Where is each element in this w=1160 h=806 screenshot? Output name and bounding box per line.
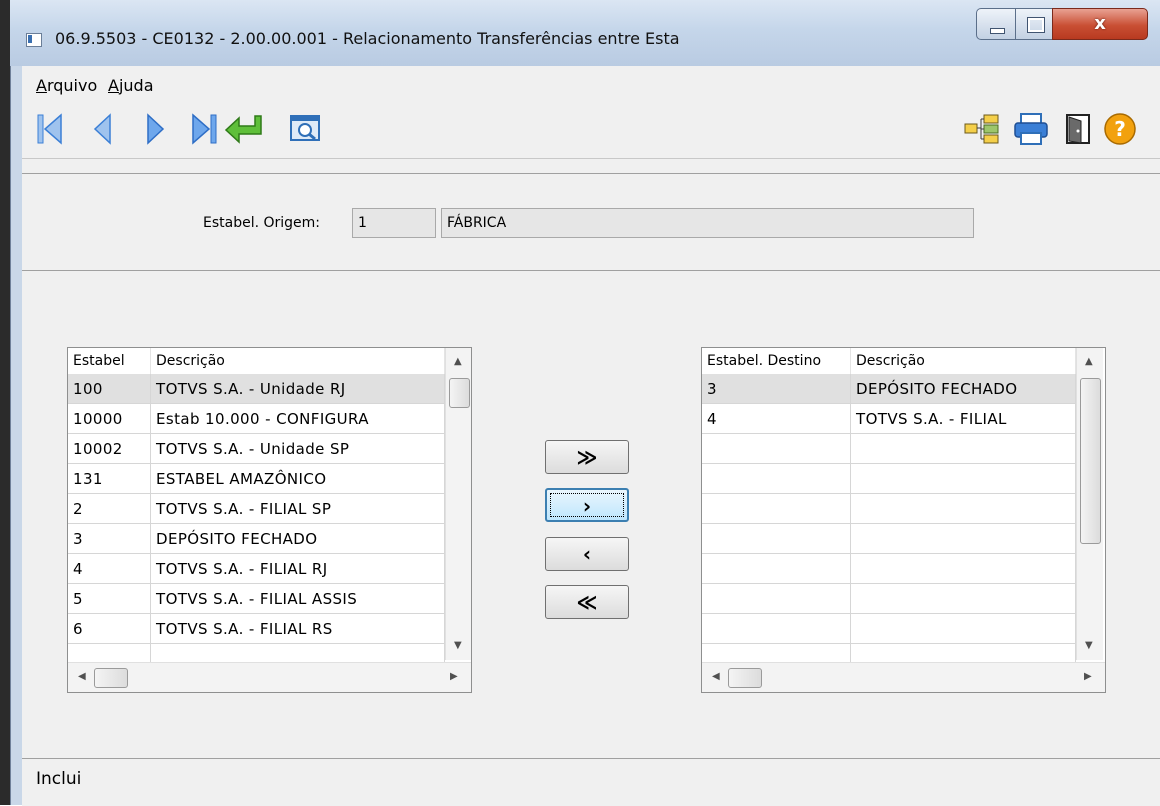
- table-cell: 6: [68, 614, 151, 644]
- table-cell: [702, 614, 851, 644]
- table-cell: [702, 554, 851, 584]
- table-cell: [851, 434, 1076, 464]
- grid-header: Estabel. Destino Descrição: [702, 348, 1076, 375]
- table-cell: 2: [68, 494, 151, 524]
- table-cell: [851, 584, 1076, 614]
- scroll-down-icon[interactable]: ▼: [1085, 640, 1093, 651]
- table-cell: 10002: [68, 434, 151, 464]
- table-cell: [851, 464, 1076, 494]
- scroll-down-icon[interactable]: ▼: [454, 640, 462, 651]
- table-cell: 4: [702, 404, 851, 434]
- table-cell: TOTVS S.A. - Unidade RJ: [151, 374, 445, 404]
- table-cell: [702, 494, 851, 524]
- vertical-scrollbar[interactable]: ▲ ▼: [445, 348, 471, 660]
- app-icon[interactable]: [26, 33, 42, 47]
- scroll-left-icon[interactable]: ◀: [78, 671, 86, 682]
- menu-bar: Arquivo Ajuda: [22, 74, 1160, 100]
- table-cell: TOTVS S.A. - FILIAL SP: [151, 494, 445, 524]
- printer-icon[interactable]: [1013, 112, 1049, 146]
- scroll-right-icon[interactable]: ▶: [450, 671, 458, 682]
- close-icon: x: [1094, 13, 1106, 34]
- table-cell: TOTVS S.A. - FILIAL RS: [151, 614, 445, 644]
- menu-ajuda[interactable]: Ajuda: [108, 76, 154, 95]
- scroll-thumb[interactable]: [94, 668, 128, 688]
- column-header-estabel-destino[interactable]: Estabel. Destino: [702, 348, 851, 374]
- grid-header: Estabel Descrição: [68, 348, 445, 375]
- search-zoom-icon[interactable]: [288, 112, 324, 146]
- remove-one-button[interactable]: ‹: [545, 537, 629, 571]
- status-bar: Inclui: [22, 758, 1160, 806]
- scroll-right-icon[interactable]: ▶: [1084, 671, 1092, 682]
- table-cell: [851, 614, 1076, 644]
- available-establishments-grid[interactable]: Estabel Descrição 100 TOTVS S.A. - Unidad…: [67, 347, 472, 693]
- horizontal-scrollbar[interactable]: ◀ ▶: [702, 662, 1105, 692]
- table-cell: 3: [702, 374, 851, 404]
- horizontal-scrollbar[interactable]: ◀ ▶: [68, 662, 471, 692]
- menu-ajuda-rest: juda: [118, 76, 154, 95]
- destination-establishments-grid[interactable]: Estabel. Destino Descrição 3 DEPÓSITO FEC…: [701, 347, 1106, 693]
- first-record-icon[interactable]: [35, 112, 65, 146]
- add-one-button[interactable]: ›: [545, 488, 629, 522]
- table-cell: [702, 464, 851, 494]
- add-all-button[interactable]: ≫: [545, 440, 629, 474]
- table-cell: TOTVS S.A. - FILIAL RJ: [151, 554, 445, 584]
- scroll-up-icon[interactable]: ▲: [454, 356, 462, 367]
- table-cell: 3: [68, 524, 151, 554]
- last-record-icon[interactable]: [190, 112, 220, 146]
- table-cell: 131: [68, 464, 151, 494]
- table-cell: [702, 434, 851, 464]
- remove-all-button[interactable]: ≪: [545, 585, 629, 619]
- table-cell: [702, 524, 851, 554]
- menu-ajuda-accel: A: [108, 76, 119, 95]
- close-button[interactable]: x: [1052, 8, 1148, 40]
- exit-door-icon[interactable]: [1063, 112, 1093, 146]
- help-icon[interactable]: ?: [1103, 112, 1137, 146]
- menu-arquivo[interactable]: Arquivo: [36, 76, 97, 95]
- scroll-thumb[interactable]: [1080, 378, 1101, 544]
- table-cell: DEPÓSITO FECHADO: [851, 374, 1076, 404]
- column-header-descricao[interactable]: Descrição: [151, 348, 445, 374]
- table-cell: DEPÓSITO FECHADO: [151, 524, 445, 554]
- scroll-left-icon[interactable]: ◀: [712, 671, 720, 682]
- origin-label: Estabel. Origem:: [203, 215, 321, 231]
- column-header-estabel[interactable]: Estabel: [68, 348, 151, 374]
- table-cell: Estab 10.000 - CONFIGURA: [151, 404, 445, 434]
- table-cell: 10000: [68, 404, 151, 434]
- maximize-button[interactable]: [1015, 8, 1053, 40]
- minimize-button[interactable]: [976, 8, 1016, 40]
- table-cell: [851, 554, 1076, 584]
- window-title: 06.9.5503 - CE0132 - 2.00.00.001 - Relac…: [55, 29, 680, 48]
- desktop-edge: [0, 0, 10, 805]
- next-record-icon[interactable]: [145, 112, 167, 146]
- goto-return-icon[interactable]: [223, 112, 263, 146]
- table-cell: TOTVS S.A. - FILIAL ASSIS: [151, 584, 445, 614]
- table-cell: [851, 524, 1076, 554]
- table-cell: 5: [68, 584, 151, 614]
- tree-structure-icon[interactable]: [962, 112, 1002, 146]
- svg-text:?: ?: [1114, 117, 1126, 141]
- scroll-thumb[interactable]: [728, 668, 762, 688]
- menu-arquivo-accel: A: [36, 76, 47, 95]
- vertical-scrollbar[interactable]: ▲ ▼: [1076, 348, 1103, 660]
- scroll-up-icon[interactable]: ▲: [1085, 356, 1093, 367]
- table-cell: 100: [68, 374, 151, 404]
- table-cell: TOTVS S.A. - Unidade SP: [151, 434, 445, 464]
- table-cell: TOTVS S.A. - FILIAL: [851, 404, 1076, 434]
- prev-record-icon[interactable]: [92, 112, 114, 146]
- column-header-descricao[interactable]: Descrição: [851, 348, 1076, 374]
- table-cell: 4: [68, 554, 151, 584]
- table-cell: [851, 494, 1076, 524]
- table-cell: ESTABEL AMAZÔNICO: [151, 464, 445, 494]
- status-text: Inclui: [36, 769, 82, 789]
- origin-code-field[interactable]: 1: [352, 208, 436, 238]
- menu-arquivo-rest: rquivo: [46, 76, 98, 95]
- origin-name-field: FÁBRICA: [441, 208, 974, 238]
- scroll-thumb[interactable]: [449, 378, 470, 408]
- table-cell: [702, 584, 851, 614]
